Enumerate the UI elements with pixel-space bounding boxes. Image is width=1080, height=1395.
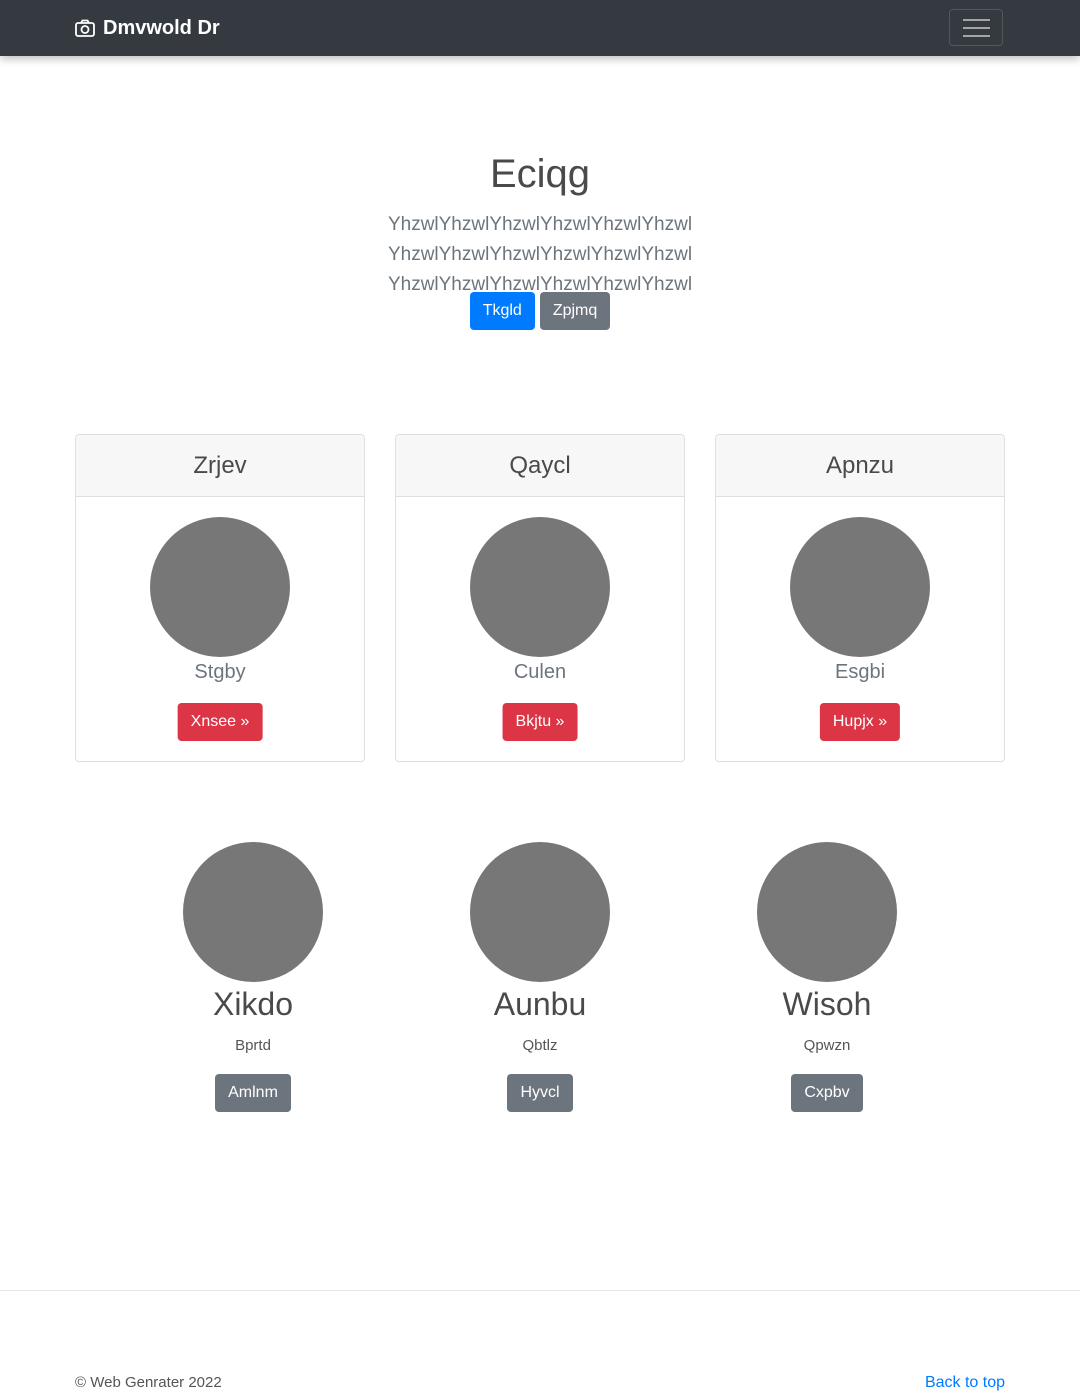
card: Qaycl Culen Bkjtu » [395,434,685,762]
back-to-top-link[interactable]: Back to top [925,1374,1005,1392]
hero-primary-button[interactable]: Tkgld [469,292,535,330]
member-avatar [757,842,897,982]
card-image [470,517,610,657]
card-subtitle: Stgby [194,661,246,683]
member-name: Xikdo [212,986,294,1022]
card-header: Qaycl [396,435,684,497]
member-role: Qbtlz [522,1037,558,1054]
member-name: Aunbu [493,986,587,1022]
member-button[interactable]: Hyvcl [507,1074,573,1112]
member-role: Bprtd [235,1037,271,1054]
card-subtitle: Culen [513,661,567,683]
card: Zrjev Stgby Xnsee » [75,434,365,762]
hero-title: Eciqg [489,152,591,196]
team-member: Aunbu Qbtlz Hyvcl [420,842,660,1112]
card-body: Esgbi Hupjx » [716,497,1004,761]
card-body: Culen Bkjtu » [396,497,684,761]
hero-buttons: Tkgld Zpjmq [0,292,1080,330]
hero-secondary-button[interactable]: Zpjmq [539,292,611,330]
card: Apnzu Esgbi Hupjx » [715,434,1005,762]
footer-copyright: © Web Genrater 2022 [75,1374,222,1391]
member-role: Qpwzn [803,1037,851,1054]
member-name: Wisoh [782,986,872,1022]
member-button[interactable]: Amlnm [215,1074,291,1112]
member-avatar [183,842,323,982]
hamburger-menu-icon [962,18,990,21]
brand-link[interactable]: Dmvwold Dr [75,14,220,42]
card-image [150,517,290,657]
member-avatar [470,842,610,982]
hero-lead: YhzwlYhzwlYhzwlYhzwlYhzwlYhzwl YhzwlYhzw… [387,214,693,295]
team-member: Wisoh Qpwzn Cxpbv [707,842,947,1112]
card-button[interactable]: Bkjtu » [502,703,578,741]
camera-icon [75,19,95,37]
footer-divider [0,1290,1080,1291]
card-button[interactable]: Xnsee » [177,703,263,741]
member-button[interactable]: Cxpbv [791,1074,863,1112]
card-subtitle: Esgbi [834,661,886,683]
card-header: Zrjev [76,435,364,497]
navbar: Dmvwold Dr [0,0,1080,56]
team-member: Xikdo Bprtd Amlnm [133,842,373,1112]
card-body: Stgby Xnsee » [76,497,364,761]
card-button[interactable]: Hupjx » [819,703,901,741]
card-image [790,517,930,657]
navbar-toggler-button[interactable] [949,9,1003,46]
brand-name: Dmvwold Dr [103,16,220,39]
card-header: Apnzu [716,435,1004,497]
